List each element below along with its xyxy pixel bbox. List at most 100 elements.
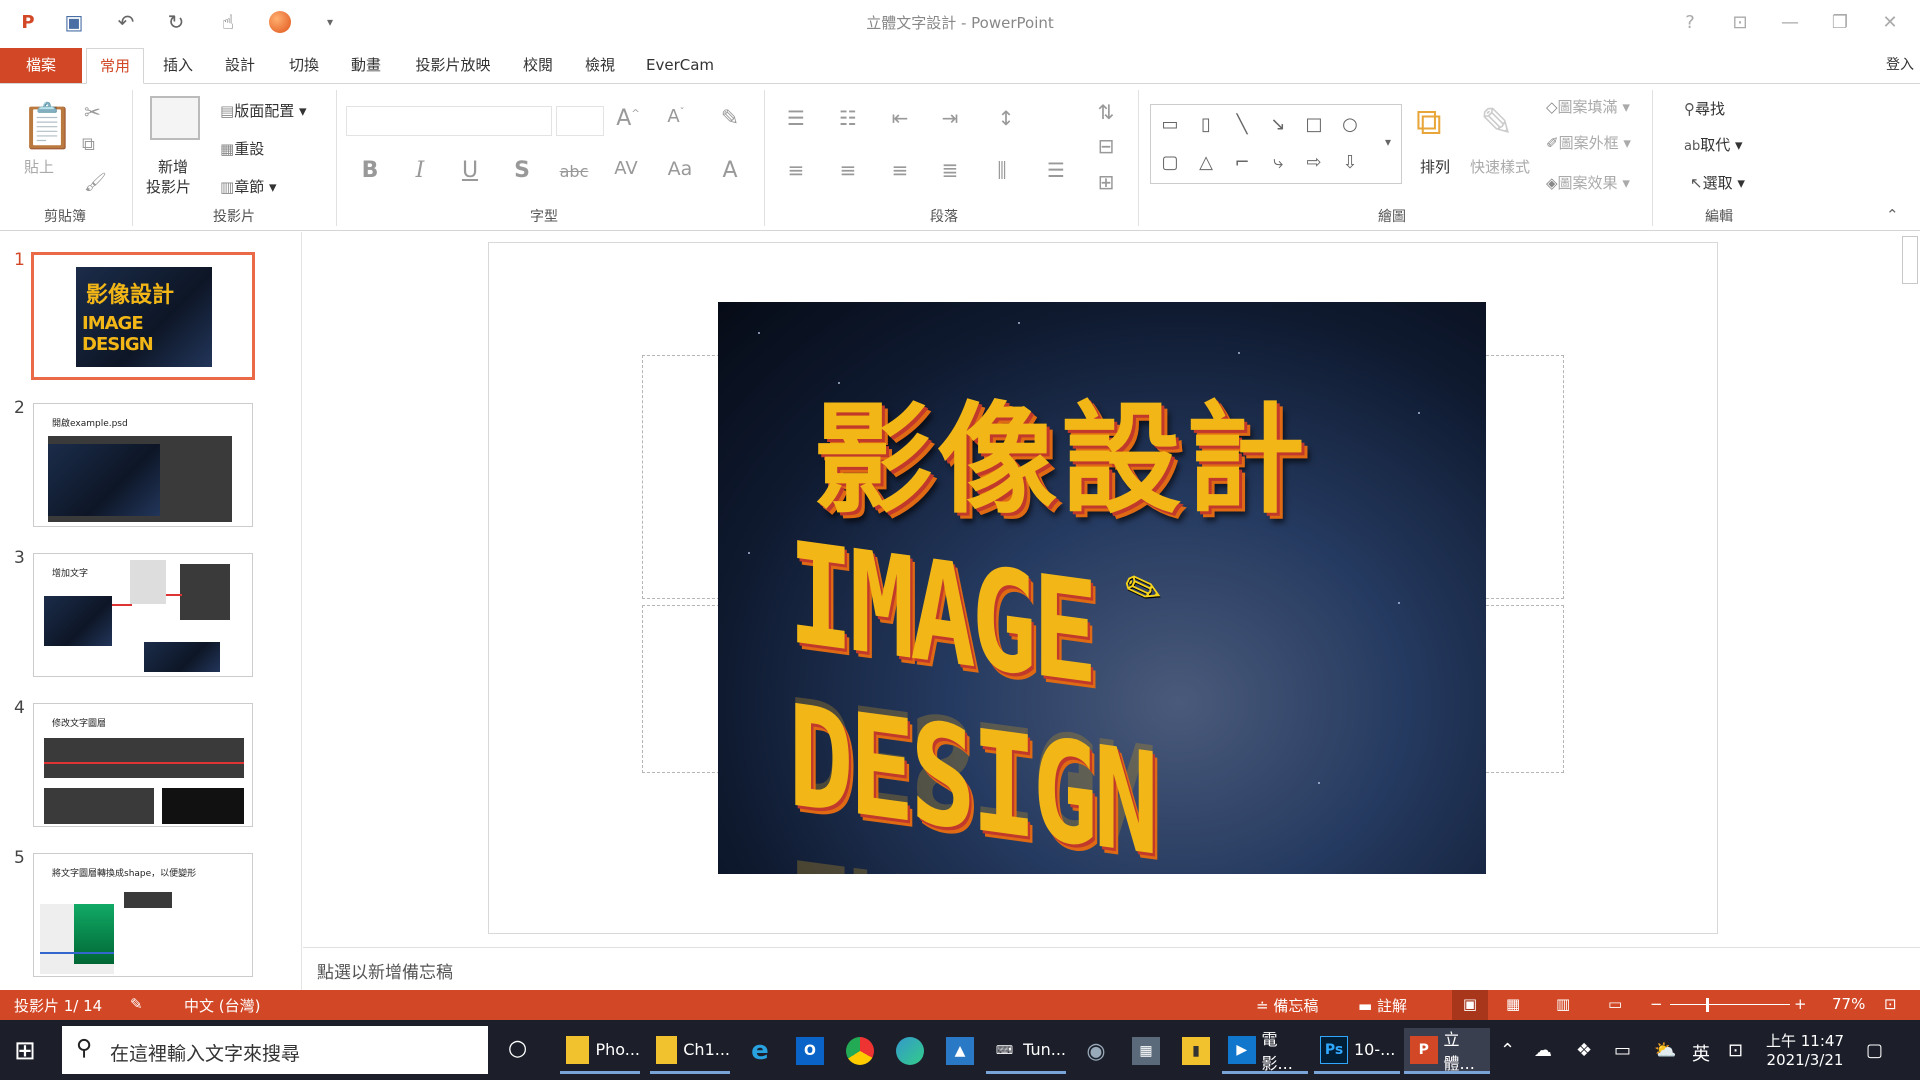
justify-icon[interactable]: ≣ xyxy=(934,158,966,182)
tab-animations[interactable]: 動畫 xyxy=(338,48,394,84)
slide-thumbnail-1[interactable]: 影像設計 IMAGE DESIGN xyxy=(31,252,255,380)
quick-styles-button[interactable]: 快速樣式 xyxy=(1470,156,1530,177)
clear-formatting-icon[interactable]: ✎ xyxy=(714,106,746,131)
select-button[interactable]: ↖ 選取 ▾ xyxy=(1690,172,1745,193)
close-icon[interactable]: ✕ xyxy=(1870,8,1910,36)
quick-styles-icon[interactable]: ✎ xyxy=(1480,100,1514,146)
taskbar-photos[interactable]: ▲ xyxy=(940,1028,980,1074)
new-slide-button[interactable]: 新增 xyxy=(158,156,188,177)
taskbar-app-explorer-2[interactable]: Ch1... xyxy=(650,1028,730,1074)
vertical-textbox-shape-icon[interactable]: ▯ xyxy=(1191,109,1221,139)
reading-view-icon[interactable]: ▥ xyxy=(1556,995,1570,1013)
cloud-sync-icon[interactable]: ⛅ xyxy=(1654,1040,1676,1061)
taskbar-app-explorer-1[interactable]: Pho... xyxy=(560,1028,640,1074)
slide-sorter-icon[interactable]: ▦ xyxy=(1506,995,1520,1013)
taskbar-camera[interactable]: ◉ xyxy=(1076,1028,1116,1074)
font-name-input[interactable] xyxy=(346,106,552,136)
line-spacing-icon[interactable]: ↕ xyxy=(990,106,1022,130)
more-shapes-icon[interactable]: ▾ xyxy=(1373,127,1403,157)
slideshow-icon[interactable]: ▭ xyxy=(1608,995,1622,1013)
elbow-arrow-shape-icon[interactable]: ⤷ xyxy=(1263,147,1293,177)
decrease-indent-icon[interactable]: ⇤ xyxy=(884,106,916,130)
tab-design[interactable]: 設計 xyxy=(212,48,268,84)
signin-link[interactable]: 登入 xyxy=(1880,48,1920,84)
action-center-icon[interactable]: ▢ xyxy=(1866,1040,1883,1061)
taskbar-app-powerpoint[interactable]: P 立體... xyxy=(1404,1028,1490,1074)
underline-icon[interactable]: U xyxy=(454,158,486,183)
slide-thumbnail-2[interactable]: 開啟example.psd xyxy=(33,403,253,527)
shadow-icon[interactable]: S xyxy=(506,158,538,183)
taskbar-ie[interactable]: e xyxy=(740,1028,780,1074)
shape-effects-button[interactable]: ◈ 圖案效果 ▾ xyxy=(1546,172,1630,193)
tab-review[interactable]: 校閱 xyxy=(512,48,564,84)
elbow-connector-shape-icon[interactable]: ⌐ xyxy=(1227,147,1257,177)
new-slide-icon[interactable] xyxy=(150,96,200,140)
rectangle-shape-icon[interactable]: □ xyxy=(1299,109,1329,139)
windows-start-icon[interactable]: ⊞ xyxy=(14,1036,36,1066)
shapes-gallery[interactable]: ▭ ▯ ╲ ↘ □ ○ ▢ △ ⌐ ⤷ ⇨ ⇩ ▾ xyxy=(1150,104,1402,184)
cut-icon[interactable]: ✂ xyxy=(84,100,101,124)
right-arrow-shape-icon[interactable]: ⇨ xyxy=(1299,147,1329,177)
fit-slide-icon[interactable]: ⊡ xyxy=(1884,995,1897,1013)
align-left-icon[interactable]: ≡ xyxy=(780,158,812,182)
font-size-input[interactable] xyxy=(556,106,604,136)
tab-evercam[interactable]: EverCam xyxy=(640,48,720,84)
tab-insert[interactable]: 插入 xyxy=(150,48,206,84)
notes-pane[interactable]: 點選以新增備忘稿 xyxy=(303,947,1920,989)
ribbon-display-options-icon[interactable]: ⊡ xyxy=(1720,8,1760,36)
align-right-icon[interactable]: ≡ xyxy=(884,158,916,182)
columns-icon[interactable]: ⫼ xyxy=(986,158,1018,182)
zoom-out-icon[interactable]: − xyxy=(1650,995,1663,1013)
decrease-font-icon[interactable]: Aˇ xyxy=(660,106,692,127)
align-center-icon[interactable]: ≡ xyxy=(832,158,864,182)
rounded-rect-shape-icon[interactable]: ▢ xyxy=(1155,147,1185,177)
char-spacing-icon[interactable]: AV xyxy=(610,158,642,179)
tab-file[interactable]: 檔案 xyxy=(0,48,82,84)
replace-button[interactable]: ab 取代 ▾ xyxy=(1684,134,1743,155)
format-painter-icon[interactable]: 🖌 xyxy=(84,172,107,193)
font-color-icon[interactable]: A xyxy=(714,158,746,183)
tab-slideshow[interactable]: 投影片放映 xyxy=(406,48,500,84)
taskbar-search-box[interactable]: ⚲ 在這裡輸入文字來搜尋 xyxy=(62,1026,488,1074)
arrow-line-shape-icon[interactable]: ↘ xyxy=(1263,109,1293,139)
align-text-icon[interactable]: ⊟ xyxy=(1090,134,1122,158)
vertical-scrollbar[interactable] xyxy=(1900,232,1920,946)
copy-icon[interactable]: ⧉ xyxy=(82,134,95,155)
tab-home[interactable]: 常用 xyxy=(86,48,144,84)
bold-icon[interactable]: B xyxy=(354,158,386,183)
ime-mode-icon[interactable]: ⊡ xyxy=(1728,1040,1743,1061)
strikethrough-icon[interactable]: abc xyxy=(558,162,590,181)
ime-indicator[interactable]: 英 xyxy=(1692,1040,1710,1066)
zoom-slider[interactable] xyxy=(1670,1004,1790,1005)
line-shape-icon[interactable]: ╲ xyxy=(1227,109,1257,139)
taskbar-app-tunnel[interactable]: ⌨ Tun... xyxy=(986,1028,1066,1074)
task-view-icon[interactable]: ○ xyxy=(508,1036,527,1061)
section-button[interactable]: ▥ 章節 ▾ xyxy=(220,176,277,197)
paste-button[interactable]: 貼上 xyxy=(24,156,54,177)
dropbox-icon[interactable]: ❖ xyxy=(1576,1040,1592,1061)
show-hidden-icons-icon[interactable]: ⌃ xyxy=(1500,1040,1515,1061)
system-clock[interactable]: 上午 11:47 2021/3/21 xyxy=(1766,1032,1844,1070)
down-arrow-shape-icon[interactable]: ⇩ xyxy=(1335,147,1365,177)
taskbar-powerbi[interactable]: ▮ xyxy=(1176,1028,1216,1074)
italic-icon[interactable]: I xyxy=(404,158,436,183)
arrange-icon[interactable]: ⧉ xyxy=(1416,102,1442,144)
oval-shape-icon[interactable]: ○ xyxy=(1335,109,1365,139)
find-button[interactable]: ⚲ 尋找 xyxy=(1684,98,1725,119)
increase-indent-icon[interactable]: ⇥ xyxy=(934,106,966,130)
change-case-icon[interactable]: Aa xyxy=(664,158,696,180)
smartart-icon[interactable]: ⊞ xyxy=(1090,170,1122,194)
onedrive-icon[interactable]: ☁ xyxy=(1534,1040,1552,1061)
battery-icon[interactable]: ▭ xyxy=(1614,1040,1631,1061)
spell-check-icon[interactable]: ✎ xyxy=(130,995,143,1013)
language-indicator[interactable]: 中文 (台灣) xyxy=(184,995,260,1016)
textbox-shape-icon[interactable]: ▭ xyxy=(1155,109,1185,139)
zoom-level[interactable]: 77% xyxy=(1832,995,1865,1013)
taskbar-chrome[interactable] xyxy=(840,1028,880,1074)
numbering-icon[interactable]: ☷ xyxy=(832,106,864,130)
tab-transitions[interactable]: 切換 xyxy=(276,48,332,84)
zoom-slider-thumb[interactable] xyxy=(1706,998,1709,1012)
increase-font-icon[interactable]: A^ xyxy=(612,106,644,131)
comments-button[interactable]: ▬ 註解 xyxy=(1358,995,1407,1016)
new-slide-button-label[interactable]: 投影片 xyxy=(146,176,191,197)
